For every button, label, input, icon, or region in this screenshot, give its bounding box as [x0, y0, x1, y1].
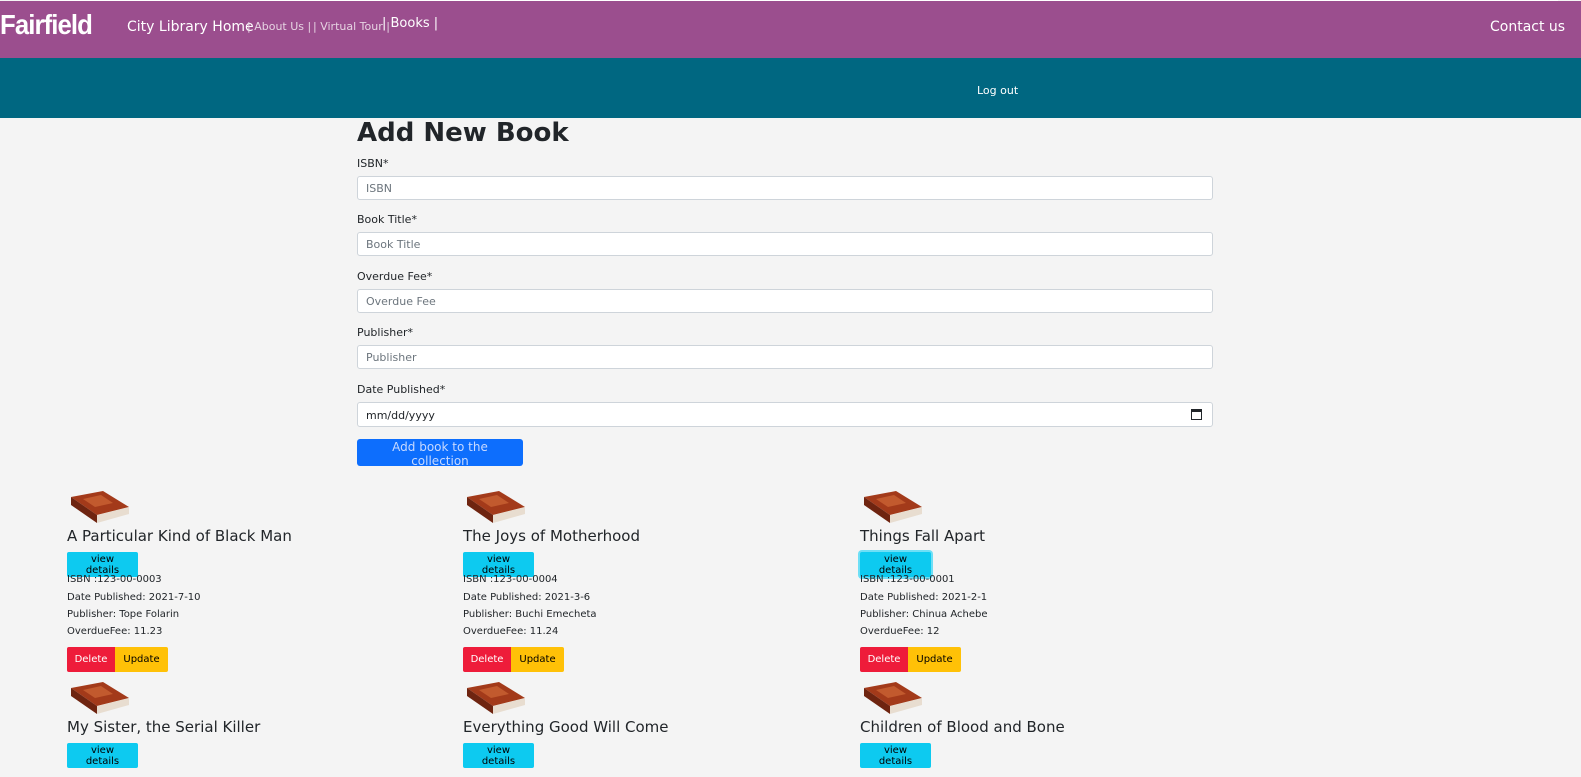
book-card: Everything Good Will Come view details	[463, 680, 823, 777]
book-isbn: ISBN :123-00-0001	[860, 574, 955, 585]
book-card: Children of Blood and Bone view details	[860, 680, 1220, 777]
book-date-published: Date Published: 2021-7-10	[67, 592, 201, 603]
book-title-input[interactable]	[357, 232, 1213, 256]
book-overdue-fee: OverdueFee: 11.23	[67, 626, 163, 637]
nav-link-virtual-tour[interactable]: | Virtual Tour |	[313, 20, 390, 33]
book-icon	[467, 491, 525, 523]
book-isbn: ISBN :123-00-0003	[67, 574, 162, 585]
book-title: Everything Good Will Come	[463, 718, 669, 736]
view-details-button[interactable]: view details	[67, 743, 138, 768]
isbn-label: ISBN*	[357, 157, 389, 170]
book-isbn: ISBN :123-00-0004	[463, 574, 558, 585]
book-card: The Joys of Motherhood view details ISBN…	[463, 489, 823, 689]
book-title: The Joys of Motherhood	[463, 527, 640, 545]
date-placeholder: mm/dd/yyyy	[366, 409, 435, 422]
book-title: My Sister, the Serial Killer	[67, 718, 261, 736]
view-details-button[interactable]: view details	[463, 743, 534, 768]
delete-button[interactable]: Delete	[463, 647, 511, 672]
book-title: Children of Blood and Bone	[860, 718, 1065, 736]
book-card: My Sister, the Serial Killer view detail…	[67, 680, 427, 777]
book-icon	[864, 682, 922, 714]
publisher-input[interactable]	[357, 345, 1213, 369]
date-published-label: Date Published*	[357, 383, 446, 396]
book-title-label: Book Title*	[357, 213, 417, 226]
book-overdue-fee: OverdueFee: 11.24	[463, 626, 559, 637]
book-title: Things Fall Apart	[860, 527, 986, 545]
date-published-input[interactable]: mm/dd/yyyy	[357, 402, 1213, 427]
nav-link-home[interactable]: City Library Home	[127, 19, 254, 35]
brand-logo[interactable]: Fairfield	[0, 9, 93, 41]
book-card: A Particular Kind of Black Man view deta…	[67, 489, 427, 689]
book-icon	[71, 491, 129, 523]
book-icon	[467, 682, 525, 714]
update-button[interactable]: Update	[511, 647, 564, 672]
nav-link-about[interactable]: | About Us |	[247, 20, 311, 33]
add-book-button[interactable]: Add book to the collection	[357, 439, 523, 468]
book-publisher: Publisher: Buchi Emecheta	[463, 609, 597, 620]
publisher-label: Publisher*	[357, 326, 413, 339]
book-publisher: Publisher: Chinua Achebe	[860, 609, 988, 620]
update-button[interactable]: Update	[908, 647, 961, 672]
book-icon	[71, 682, 129, 714]
view-details-button[interactable]: view details	[860, 743, 931, 768]
update-button[interactable]: Update	[115, 647, 168, 672]
secondary-bar: Log out	[0, 58, 1581, 118]
delete-button[interactable]: Delete	[860, 647, 908, 672]
isbn-input[interactable]	[357, 176, 1213, 200]
book-overdue-fee: OverdueFee: 12	[860, 626, 940, 637]
nav-link-contact[interactable]: Contact us	[1490, 19, 1565, 35]
book-date-published: Date Published: 2021-3-6	[463, 592, 591, 603]
overdue-fee-label: Overdue Fee*	[357, 270, 433, 283]
overdue-fee-input[interactable]	[357, 289, 1213, 313]
book-title: A Particular Kind of Black Man	[67, 527, 292, 545]
page-title: Add New Book	[357, 118, 569, 148]
book-icon	[864, 491, 922, 523]
book-date-published: Date Published: 2021-2-1	[860, 592, 988, 603]
delete-button[interactable]: Delete	[67, 647, 115, 672]
nav-link-books[interactable]: | Books |	[382, 16, 438, 31]
top-navbar: Fairfield City Library Home | About Us |…	[0, 1, 1581, 58]
book-publisher: Publisher: Tope Folarin	[67, 609, 180, 620]
book-card: Things Fall Apart view details ISBN :123…	[860, 489, 1220, 689]
calendar-icon[interactable]	[1191, 409, 1202, 420]
logout-link[interactable]: Log out	[977, 84, 1018, 97]
